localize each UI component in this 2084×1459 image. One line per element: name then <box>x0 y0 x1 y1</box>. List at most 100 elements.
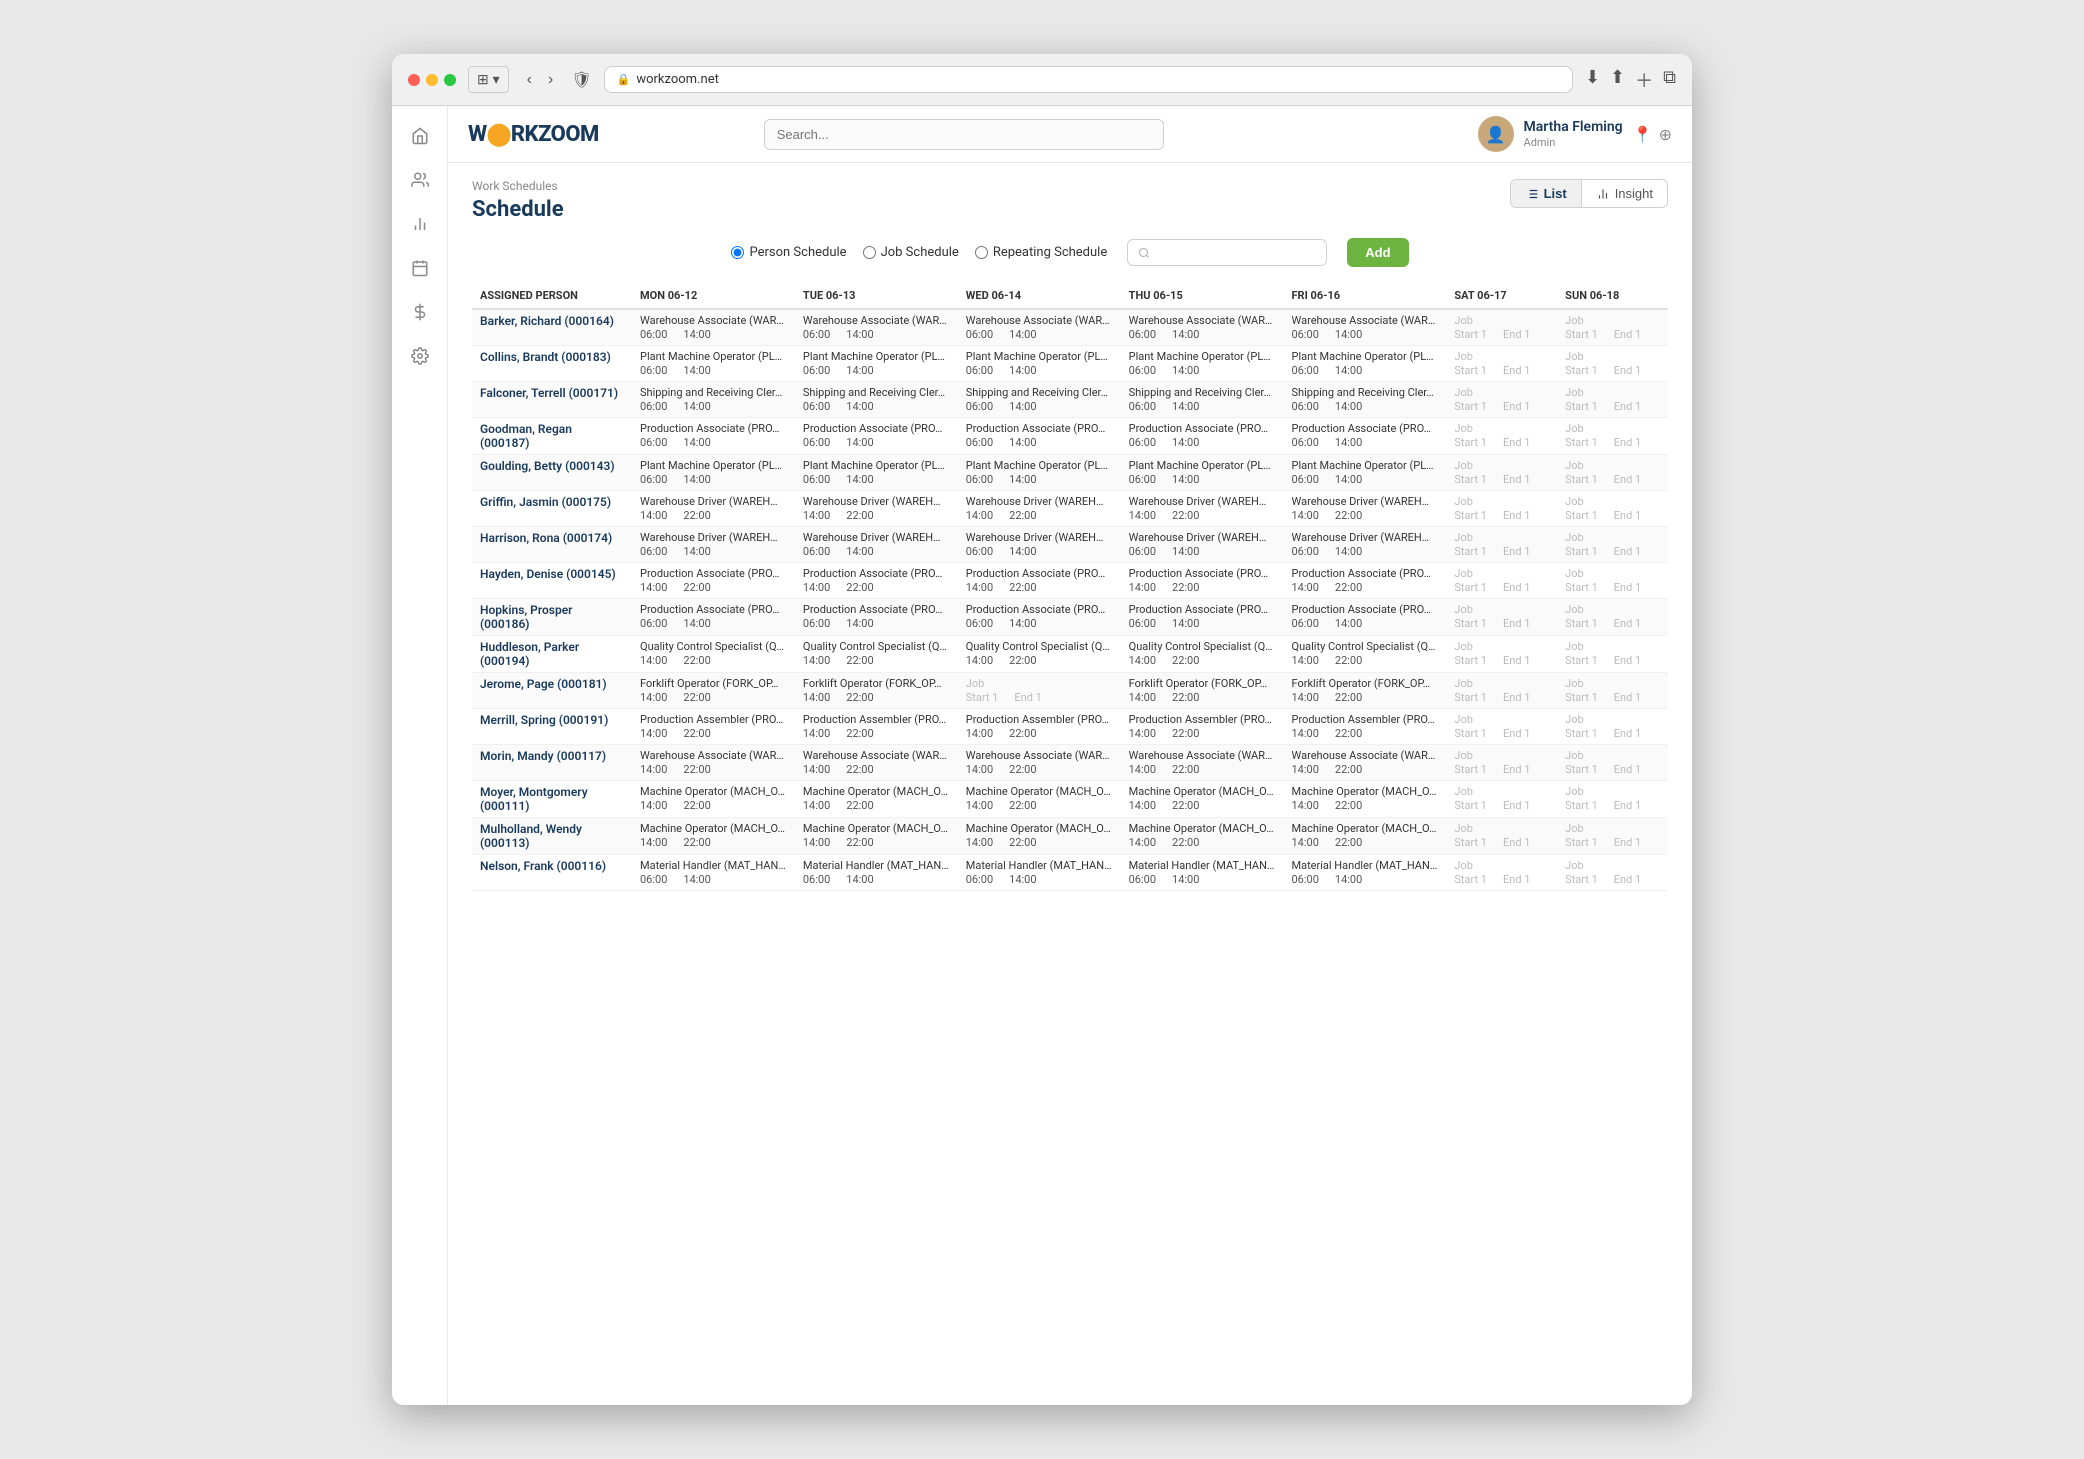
day-cell[interactable]: Warehouse Associate (WAR… 06:00 14:00 <box>1284 309 1447 346</box>
day-cell[interactable]: Production Associate (PRO… 06:00 14:00 <box>1284 418 1447 455</box>
sun-cell[interactable]: Job Start 1 End 1 <box>1557 818 1668 855</box>
address-bar[interactable]: 🔒 workzoom.net <box>604 66 1573 93</box>
day-cell[interactable]: Quality Control Specialist (Q… 14:00 22:… <box>1284 636 1447 673</box>
day-cell[interactable]: Material Handler (MAT_HAN… 06:00 14:00 <box>1284 855 1447 891</box>
day-cell[interactable]: Warehouse Associate (WAR… 14:00 22:00 <box>1284 745 1447 781</box>
job-schedule-radio[interactable]: Job Schedule <box>863 245 959 260</box>
sun-cell[interactable]: Job Start 1 End 1 <box>1557 709 1668 745</box>
day-cell[interactable]: Production Associate (PRO… 06:00 14:00 <box>1121 418 1284 455</box>
day-cell[interactable]: Machine Operator (MACH_O… 14:00 22:00 <box>1121 818 1284 855</box>
day-cell[interactable]: Warehouse Driver (WAREH… 14:00 22:00 <box>1284 491 1447 527</box>
day-cell[interactable]: Plant Machine Operator (PL… 06:00 14:00 <box>1121 346 1284 382</box>
day-cell[interactable]: Production Associate (PRO… 14:00 22:00 <box>1121 563 1284 599</box>
table-row[interactable]: Morin, Mandy (000117) Warehouse Associat… <box>472 745 1668 781</box>
sat-cell[interactable]: Job Start 1 End 1 <box>1446 382 1557 418</box>
sat-cell[interactable]: Job Start 1 End 1 <box>1446 599 1557 636</box>
day-cell[interactable]: Warehouse Driver (WAREH… 06:00 14:00 <box>1121 527 1284 563</box>
day-cell[interactable]: Warehouse Associate (WAR… 14:00 22:00 <box>632 745 795 781</box>
day-cell[interactable]: Forklift Operator (FORK_OP… 14:00 22:00 <box>795 673 958 709</box>
day-cell[interactable]: Production Associate (PRO… 14:00 22:00 <box>958 563 1121 599</box>
day-cell[interactable]: Warehouse Driver (WAREH… 06:00 14:00 <box>1284 527 1447 563</box>
sidebar-item-chart[interactable] <box>402 206 438 242</box>
share-icon[interactable]: ⬆ <box>1610 67 1625 93</box>
day-cell[interactable]: Machine Operator (MACH_O… 14:00 22:00 <box>795 818 958 855</box>
sun-cell[interactable]: Job Start 1 End 1 <box>1557 418 1668 455</box>
location-icon[interactable]: 📍 <box>1633 125 1653 144</box>
day-cell[interactable]: Machine Operator (MACH_O… 14:00 22:00 <box>632 781 795 818</box>
day-cell[interactable]: Machine Operator (MACH_O… 14:00 22:00 <box>958 818 1121 855</box>
day-cell[interactable]: Plant Machine Operator (PL… 06:00 14:00 <box>958 346 1121 382</box>
day-cell[interactable]: Warehouse Associate (WAR… 14:00 22:00 <box>1121 745 1284 781</box>
day-cell[interactable]: Machine Operator (MACH_O… 14:00 22:00 <box>795 781 958 818</box>
sun-cell[interactable]: Job Start 1 End 1 <box>1557 599 1668 636</box>
day-cell[interactable]: Warehouse Associate (WAR… 14:00 22:00 <box>795 745 958 781</box>
tabs-icon[interactable]: ⧉ <box>1663 67 1676 93</box>
forward-button[interactable]: › <box>542 69 559 91</box>
day-cell[interactable]: Warehouse Driver (WAREH… 14:00 22:00 <box>1121 491 1284 527</box>
table-row[interactable]: Griffin, Jasmin (000175) Warehouse Drive… <box>472 491 1668 527</box>
sun-cell[interactable]: Job Start 1 End 1 <box>1557 855 1668 891</box>
day-cell[interactable]: Forklift Operator (FORK_OP… 14:00 22:00 <box>1121 673 1284 709</box>
sat-cell[interactable]: Job Start 1 End 1 <box>1446 491 1557 527</box>
table-row[interactable]: Barker, Richard (000164) Warehouse Assoc… <box>472 309 1668 346</box>
sat-cell[interactable]: Job Start 1 End 1 <box>1446 309 1557 346</box>
sat-cell[interactable]: Job Start 1 End 1 <box>1446 818 1557 855</box>
sun-cell[interactable]: Job Start 1 End 1 <box>1557 455 1668 491</box>
day-cell[interactable]: Plant Machine Operator (PL… 06:00 14:00 <box>1284 346 1447 382</box>
back-button[interactable]: ‹ <box>521 69 538 91</box>
day-cell[interactable]: Quality Control Specialist (Q… 14:00 22:… <box>1121 636 1284 673</box>
sun-cell[interactable]: Job Start 1 End 1 <box>1557 491 1668 527</box>
day-cell[interactable]: Production Associate (PRO… 06:00 14:00 <box>795 599 958 636</box>
day-cell[interactable]: Machine Operator (MACH_O… 14:00 22:00 <box>1284 781 1447 818</box>
sat-cell[interactable]: Job Start 1 End 1 <box>1446 636 1557 673</box>
table-row[interactable]: Hopkins, Prosper (000186) Production Ass… <box>472 599 1668 636</box>
global-search-input[interactable] <box>764 119 1164 150</box>
day-cell[interactable]: Warehouse Associate (WAR… 14:00 22:00 <box>958 745 1121 781</box>
sun-cell[interactable]: Job Start 1 End 1 <box>1557 346 1668 382</box>
table-row[interactable]: Collins, Brandt (000183) Plant Machine O… <box>472 346 1668 382</box>
day-cell[interactable]: Plant Machine Operator (PL… 06:00 14:00 <box>632 346 795 382</box>
table-row[interactable]: Merrill, Spring (000191) Production Asse… <box>472 709 1668 745</box>
day-cell[interactable]: Machine Operator (MACH_O… 14:00 22:00 <box>958 781 1121 818</box>
day-cell[interactable]: Production Associate (PRO… 06:00 14:00 <box>632 418 795 455</box>
filter-search-input[interactable] <box>1156 245 1316 260</box>
day-cell[interactable]: Forklift Operator (FORK_OP… 14:00 22:00 <box>1284 673 1447 709</box>
day-cell[interactable]: Shipping and Receiving Cler… 06:00 14:00 <box>795 382 958 418</box>
day-cell[interactable]: Production Assembler (PRO… 14:00 22:00 <box>1284 709 1447 745</box>
minimize-button[interactable] <box>426 74 438 86</box>
table-row[interactable]: Falconer, Terrell (000171) Shipping and … <box>472 382 1668 418</box>
day-cell[interactable]: Production Associate (PRO… 06:00 14:00 <box>958 599 1121 636</box>
day-cell[interactable]: Production Associate (PRO… 06:00 14:00 <box>1121 599 1284 636</box>
day-cell[interactable]: Production Associate (PRO… 06:00 14:00 <box>795 418 958 455</box>
table-row[interactable]: Goulding, Betty (000143) Plant Machine O… <box>472 455 1668 491</box>
day-cell[interactable]: Plant Machine Operator (PL… 06:00 14:00 <box>632 455 795 491</box>
day-cell[interactable]: Warehouse Driver (WAREH… 06:00 14:00 <box>795 527 958 563</box>
day-cell[interactable]: Plant Machine Operator (PL… 06:00 14:00 <box>958 455 1121 491</box>
sat-cell[interactable]: Job Start 1 End 1 <box>1446 781 1557 818</box>
table-row[interactable]: Jerome, Page (000181) Forklift Operator … <box>472 673 1668 709</box>
sat-cell[interactable]: Job Start 1 End 1 <box>1446 346 1557 382</box>
day-cell[interactable]: Material Handler (MAT_HAN… 06:00 14:00 <box>632 855 795 891</box>
download-icon[interactable]: ⬇ <box>1585 67 1600 93</box>
day-cell[interactable]: Warehouse Driver (WAREH… 14:00 22:00 <box>958 491 1121 527</box>
table-row[interactable]: Mulholland, Wendy (000113) Machine Opera… <box>472 818 1668 855</box>
sat-cell[interactable]: Job Start 1 End 1 <box>1446 855 1557 891</box>
maximize-button[interactable] <box>444 74 456 86</box>
sidebar-item-people[interactable] <box>402 162 438 198</box>
day-cell[interactable]: Production Associate (PRO… 14:00 22:00 <box>1284 563 1447 599</box>
day-cell[interactable]: Warehouse Associate (WAR… 06:00 14:00 <box>958 309 1121 346</box>
day-cell[interactable]: Quality Control Specialist (Q… 14:00 22:… <box>632 636 795 673</box>
sidebar-item-home[interactable] <box>402 118 438 154</box>
day-cell[interactable]: Material Handler (MAT_HAN… 06:00 14:00 <box>1121 855 1284 891</box>
user-menu-icon[interactable]: ⊕ <box>1659 125 1672 144</box>
day-cell[interactable]: Production Associate (PRO… 14:00 22:00 <box>632 563 795 599</box>
day-cell[interactable]: Shipping and Receiving Cler… 06:00 14:00 <box>1121 382 1284 418</box>
day-cell[interactable]: Material Handler (MAT_HAN… 06:00 14:00 <box>958 855 1121 891</box>
day-cell[interactable]: Production Associate (PRO… 06:00 14:00 <box>632 599 795 636</box>
sun-cell[interactable]: Job Start 1 End 1 <box>1557 673 1668 709</box>
day-cell[interactable]: Shipping and Receiving Cler… 06:00 14:00 <box>632 382 795 418</box>
list-view-button[interactable]: List <box>1511 180 1582 207</box>
day-cell[interactable]: Machine Operator (MACH_O… 14:00 22:00 <box>632 818 795 855</box>
day-cell[interactable]: Plant Machine Operator (PL… 06:00 14:00 <box>1284 455 1447 491</box>
sat-cell[interactable]: Job Start 1 End 1 <box>1446 527 1557 563</box>
